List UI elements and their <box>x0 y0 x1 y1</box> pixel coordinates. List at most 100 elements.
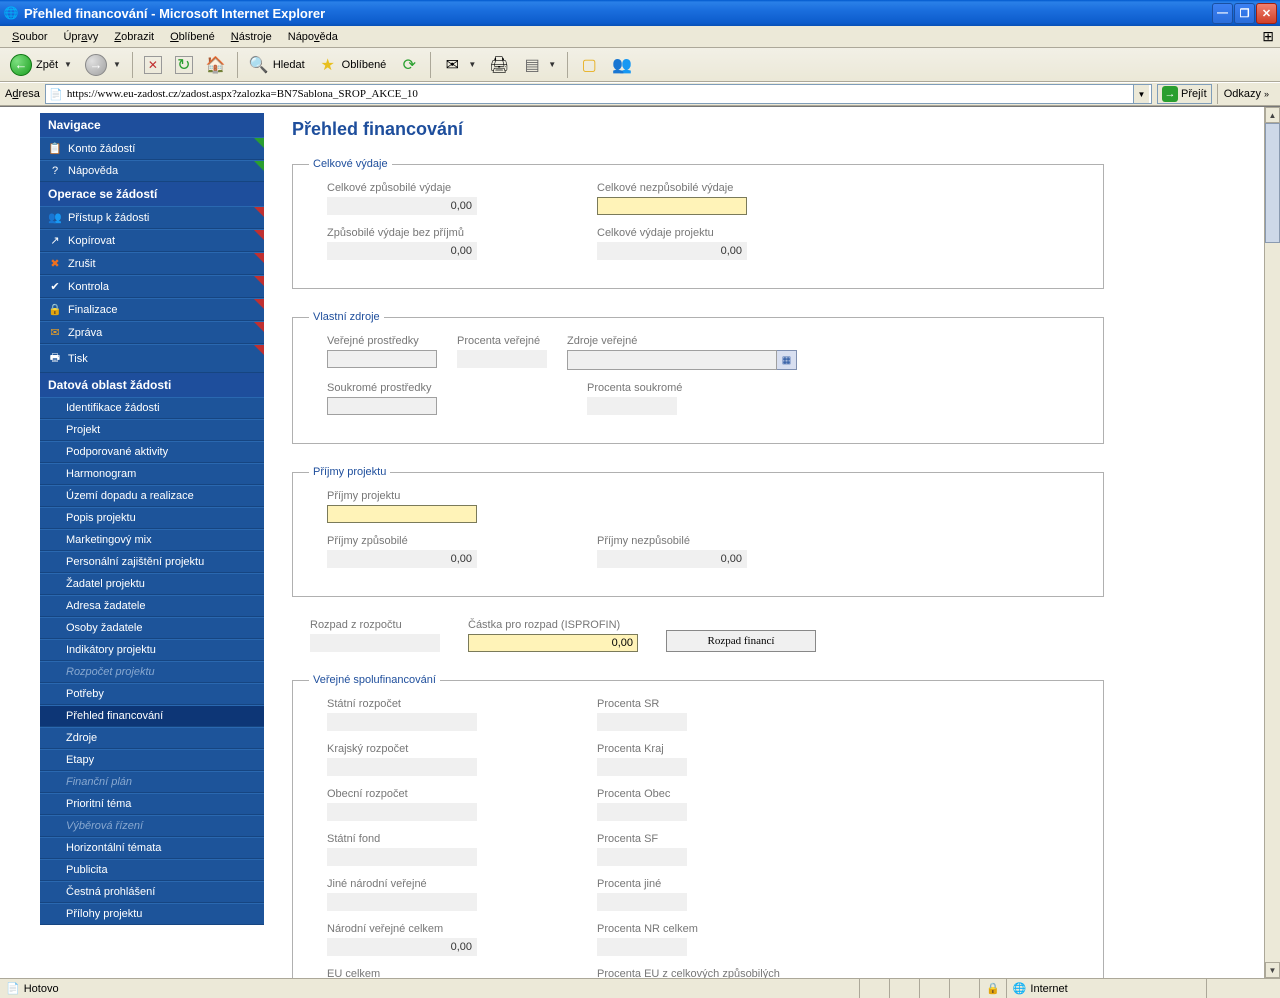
minimize-button[interactable]: — <box>1212 3 1233 24</box>
data-item-11[interactable]: Indikátory projektu <box>40 639 264 661</box>
data-item-19: Výběrová řízení <box>40 815 264 837</box>
data-item-15[interactable]: Zdroje <box>40 727 264 749</box>
data-item-5[interactable]: Popis projektu <box>40 507 264 529</box>
input-nezpusobile[interactable] <box>597 197 747 215</box>
data-item-8[interactable]: Žadatel projektu <box>40 573 264 595</box>
nav-konto-zadosti[interactable]: 📋Konto žádostí <box>40 137 264 160</box>
data-item-6[interactable]: Marketingový mix <box>40 529 264 551</box>
print-button[interactable]: 🖨 <box>484 52 514 78</box>
restore-button[interactable]: ❐ <box>1234 3 1255 24</box>
data-item-21[interactable]: Publicita <box>40 859 264 881</box>
stop-button[interactable]: ✕ <box>139 53 167 77</box>
val-celkem: 0,00 <box>597 242 747 260</box>
go-button[interactable]: →Přejít <box>1157 84 1212 104</box>
close-button[interactable]: ✕ <box>1256 3 1277 24</box>
scroll-up-icon[interactable]: ▲ <box>1265 107 1280 123</box>
menu-soubor[interactable]: Soubor <box>4 29 55 45</box>
val-prijmy-nezpusobile: 0,00 <box>597 550 747 568</box>
fs4-val-l-2 <box>327 803 477 821</box>
op-zrusit[interactable]: ✖Zrušit <box>40 252 264 275</box>
fs4-val-l-0 <box>327 713 477 731</box>
fs4-label-r-4: Procenta jiné <box>597 878 687 890</box>
menu-napoveda[interactable]: Nápověda <box>280 29 346 45</box>
internet-icon: 🌐 <box>1013 982 1027 995</box>
nav-header-navigace: Navigace <box>40 113 264 137</box>
messenger-button[interactable]: 👥 <box>607 52 637 78</box>
data-item-13[interactable]: Potřeby <box>40 683 264 705</box>
history-button[interactable]: ⟳ <box>394 52 424 78</box>
scroll-thumb[interactable] <box>1265 123 1280 243</box>
scroll-down-icon[interactable]: ▼ <box>1265 962 1280 978</box>
status-text: 📄Hotovo <box>0 979 860 998</box>
fs4-label-r-0: Procenta SR <box>597 698 687 710</box>
data-item-2[interactable]: Podporované aktivity <box>40 441 264 463</box>
forward-button[interactable]: →▼ <box>80 51 126 79</box>
data-item-1[interactable]: Projekt <box>40 419 264 441</box>
links-toolbar[interactable]: Odkazy» <box>1217 84 1275 104</box>
data-item-7[interactable]: Personální zajištění projektu <box>40 551 264 573</box>
input-castka-rozpad[interactable] <box>468 634 638 652</box>
lbl-verejne: Veřejné prostředky <box>327 335 437 347</box>
lbl-bez-prijmu: Způsobilé výdaje bez příjmů <box>327 227 477 239</box>
nav-napoveda[interactable]: ?Nápověda <box>40 160 264 182</box>
input-verejne[interactable] <box>327 350 437 368</box>
data-item-14[interactable]: Přehled financování <box>40 705 264 727</box>
address-input[interactable] <box>64 88 1133 100</box>
select-zdroje-verejne[interactable]: ▦ <box>567 350 797 370</box>
folder-button[interactable]: ▢ <box>574 52 604 78</box>
address-bar: Adresa 📄 ▼ →Přejít Odkazy» <box>0 82 1280 106</box>
nav-header-operace: Operace se žádostí <box>40 182 264 206</box>
btn-rozpad-financi[interactable]: Rozpad financí <box>666 630 816 652</box>
status-bar: 📄Hotovo 🔒 🌐Internet <box>0 978 1280 998</box>
toolbar: ←Zpět▼ →▼ ✕ ↻ 🏠 🔍Hledat ★Oblíbené ⟳ ✉▼ 🖨… <box>0 48 1280 82</box>
window-title: Přehled financování - Microsoft Internet… <box>24 6 1212 21</box>
input-prijmy[interactable] <box>327 505 477 523</box>
edit-button[interactable]: ▤▼ <box>517 52 561 78</box>
data-item-9[interactable]: Adresa žadatele <box>40 595 264 617</box>
data-item-17: Finanční plán <box>40 771 264 793</box>
menu-oblibene[interactable]: Oblíbené <box>162 29 223 45</box>
val-rozpad-rozpoctu <box>310 634 440 652</box>
back-button[interactable]: ←Zpět▼ <box>5 51 77 79</box>
search-button[interactable]: 🔍Hledat <box>244 52 310 78</box>
menu-upravy[interactable]: Úpravy <box>55 29 106 45</box>
address-dropdown[interactable]: ▼ <box>1133 85 1149 103</box>
fs4-label-l-4: Jiné národní veřejné <box>327 878 477 890</box>
fs4-val-r-5 <box>597 938 687 956</box>
content-area: Navigace 📋Konto žádostí ?Nápověda Operac… <box>0 106 1280 978</box>
op-kontrola[interactable]: ✔Kontrola <box>40 275 264 298</box>
legend-spolu: Veřejné spolufinancování <box>309 674 440 686</box>
menu-nastroje[interactable]: Nástroje <box>223 29 280 45</box>
security-cell: 🔒 <box>980 979 1007 998</box>
favorites-button[interactable]: ★Oblíbené <box>313 52 392 78</box>
data-item-22[interactable]: Čestná prohlášení <box>40 881 264 903</box>
refresh-button[interactable]: ↻ <box>170 53 198 77</box>
fieldset-vlastni-zdroje: Vlastní zdroje Veřejné prostředky Procen… <box>292 311 1104 444</box>
data-item-23[interactable]: Přílohy projektu <box>40 903 264 925</box>
data-item-4[interactable]: Území dopadu a realizace <box>40 485 264 507</box>
op-finalizace[interactable]: 🔒Finalizace <box>40 298 264 321</box>
menu-zobrazit[interactable]: Zobrazit <box>106 29 162 45</box>
data-item-3[interactable]: Harmonogram <box>40 463 264 485</box>
op-kopirovat[interactable]: ↗Kopírovat <box>40 229 264 252</box>
data-item-10[interactable]: Osoby žadatele <box>40 617 264 639</box>
data-item-0[interactable]: Identifikace žádosti <box>40 397 264 419</box>
fieldset-prijmy: Příjmy projektu Příjmy projektu Příjmy z… <box>292 466 1104 597</box>
op-zprava[interactable]: ✉Zpráva <box>40 321 264 344</box>
address-input-wrap[interactable]: 📄 ▼ <box>45 84 1152 104</box>
lbl-nezpusobile: Celkové nezpůsobilé výdaje <box>597 182 747 194</box>
menubar: Soubor Úpravy Zobrazit Oblíbené Nástroje… <box>0 26 1280 48</box>
home-button[interactable]: 🏠 <box>201 52 231 78</box>
dropdown-icon[interactable]: ▦ <box>777 350 797 370</box>
fs4-label-r-2: Procenta Obec <box>597 788 687 800</box>
data-item-18[interactable]: Prioritní téma <box>40 793 264 815</box>
vertical-scrollbar[interactable]: ▲ ▼ <box>1264 107 1280 978</box>
op-tisk[interactable]: 🖶Tisk <box>40 344 264 373</box>
mail-button[interactable]: ✉▼ <box>437 52 481 78</box>
input-soukrome[interactable] <box>327 397 437 415</box>
nav-header-data: Datová oblast žádosti <box>40 373 264 397</box>
op-pristup[interactable]: 👥Přístup k žádosti <box>40 206 264 229</box>
data-item-16[interactable]: Etapy <box>40 749 264 771</box>
data-item-20[interactable]: Horizontální témata <box>40 837 264 859</box>
fieldset-celkove-vydaje: Celkové výdaje Celkové způsobilé výdaje0… <box>292 158 1104 289</box>
